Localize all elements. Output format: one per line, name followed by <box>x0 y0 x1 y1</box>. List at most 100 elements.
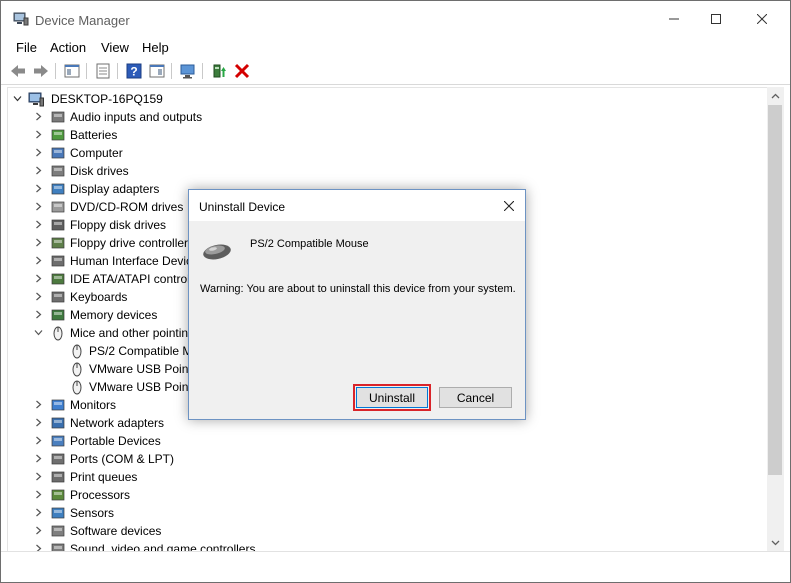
expand-chevron-icon[interactable] <box>34 418 43 427</box>
monitor-icon <box>51 399 65 411</box>
expand-chevron-icon[interactable] <box>34 526 43 535</box>
vertical-scrollbar[interactable] <box>767 87 784 551</box>
hid-icon <box>51 255 65 267</box>
expand-chevron-icon[interactable] <box>34 256 43 265</box>
category-item[interactable]: Disk drives <box>8 162 768 180</box>
ide-controller-icon <box>51 273 65 285</box>
scan-hardware-changes-icon[interactable] <box>179 62 197 80</box>
expand-chevron-icon[interactable] <box>34 166 43 175</box>
back-arrow-icon[interactable] <box>9 62 27 80</box>
toolbar-separator <box>202 63 203 79</box>
category-item[interactable]: Audio inputs and outputs <box>8 108 768 126</box>
toolbar: ? <box>1 58 790 85</box>
mouse-icon <box>72 344 82 359</box>
printer-icon <box>51 471 65 483</box>
expand-chevron-icon[interactable] <box>34 112 43 121</box>
uninstall-button[interactable]: Uninstall <box>353 384 431 411</box>
network-adapter-icon <box>51 417 65 429</box>
menu-help[interactable]: Help <box>140 40 171 55</box>
expand-chevron-icon[interactable] <box>34 220 43 229</box>
tree-item-label: Print queues <box>70 470 138 484</box>
tree-item-label: Memory devices <box>70 308 158 322</box>
device-manager-icon <box>13 12 29 26</box>
scrollbar-thumb[interactable] <box>768 105 782 475</box>
maximize-icon <box>711 14 721 24</box>
tree-item-label: Mice and other pointin <box>70 326 189 340</box>
window-title: Device Manager <box>35 13 130 28</box>
tree-root-label: DESKTOP-16PQ159 <box>51 92 163 106</box>
title-bar[interactable]: Device Manager <box>1 1 790 37</box>
menu-view[interactable]: View <box>99 40 131 55</box>
tree-item-label: Batteries <box>70 128 118 142</box>
disk-drive-icon <box>51 165 65 177</box>
collapse-chevron-icon[interactable] <box>13 94 22 103</box>
cancel-button[interactable]: Cancel <box>439 387 512 408</box>
expand-chevron-icon[interactable] <box>34 436 43 445</box>
properties-icon[interactable] <box>94 62 112 80</box>
tree-item-label: VMware USB Pointi <box>89 380 195 394</box>
tree-item-label: DVD/CD-ROM drives <box>70 200 184 214</box>
close-icon <box>504 200 514 211</box>
svg-text:?: ? <box>130 65 137 79</box>
tree-root[interactable]: DESKTOP-16PQ159 <box>8 90 768 108</box>
expand-chevron-icon[interactable] <box>34 130 43 139</box>
menu-file[interactable]: File <box>14 40 39 55</box>
show-hide-console-tree-icon[interactable] <box>63 62 81 80</box>
dialog-close-button[interactable] <box>493 190 525 221</box>
computer-icon <box>51 147 65 159</box>
help-icon[interactable]: ? <box>125 62 143 80</box>
tree-item-label: Keyboards <box>70 290 128 304</box>
close-button[interactable] <box>739 1 785 37</box>
scroll-up-button[interactable] <box>767 87 784 104</box>
category-item[interactable]: Computer <box>8 144 768 162</box>
memory-icon <box>51 309 65 321</box>
category-item[interactable]: Batteries <box>8 126 768 144</box>
forward-arrow-icon[interactable] <box>32 62 50 80</box>
update-driver-icon[interactable] <box>210 62 228 80</box>
category-item[interactable]: Portable Devices <box>8 432 768 450</box>
status-bar <box>1 551 790 582</box>
mouse-icon <box>72 380 82 395</box>
mouse-icon <box>72 362 82 377</box>
display-adapter-icon <box>51 183 65 195</box>
maximize-button[interactable] <box>693 1 739 37</box>
expand-chevron-icon[interactable] <box>34 274 43 283</box>
dialog-device-name: PS/2 Compatible Mouse <box>250 238 369 250</box>
category-item[interactable]: Sensors <box>8 504 768 522</box>
tree-item-label: Disk drives <box>70 164 129 178</box>
category-item[interactable]: Software devices <box>8 522 768 540</box>
software-device-icon <box>51 525 65 537</box>
expand-chevron-icon[interactable] <box>34 202 43 211</box>
expand-chevron-icon[interactable] <box>34 310 43 319</box>
tree-item-label: Floppy disk drives <box>70 218 167 232</box>
toolbar-separator <box>117 63 118 79</box>
tree-item-label: Monitors <box>70 398 117 412</box>
uninstall-device-icon[interactable] <box>233 62 251 80</box>
tree-item-label: Portable Devices <box>70 434 161 448</box>
toolbar-separator <box>86 63 87 79</box>
dialog-title-bar[interactable]: Uninstall Device <box>189 190 525 221</box>
expand-chevron-icon[interactable] <box>34 184 43 193</box>
port-icon <box>51 453 65 465</box>
expand-chevron-icon[interactable] <box>34 508 43 517</box>
category-item[interactable]: Ports (COM & LPT) <box>8 450 768 468</box>
category-item[interactable]: Print queues <box>8 468 768 486</box>
processor-icon <box>51 489 65 501</box>
expand-chevron-icon[interactable] <box>34 472 43 481</box>
expand-chevron-icon[interactable] <box>34 454 43 463</box>
category-item[interactable]: Processors <box>8 486 768 504</box>
tree-item-label: Ports (COM & LPT) <box>70 452 175 466</box>
expand-chevron-icon[interactable] <box>34 400 43 409</box>
expand-chevron-icon[interactable] <box>34 490 43 499</box>
expand-chevron-icon[interactable] <box>34 238 43 247</box>
dvd-drive-icon <box>51 201 65 213</box>
collapse-chevron-icon[interactable] <box>34 328 43 337</box>
expand-chevron-icon[interactable] <box>34 148 43 157</box>
minimize-button[interactable] <box>651 1 697 37</box>
expand-chevron-icon[interactable] <box>34 292 43 301</box>
scroll-down-button[interactable] <box>767 534 784 551</box>
toolbar-separator <box>171 63 172 79</box>
tree-item-label: IDE ATA/ATAPI control <box>70 272 190 286</box>
action-pane-icon[interactable] <box>148 62 166 80</box>
menu-action[interactable]: Action <box>48 40 88 55</box>
